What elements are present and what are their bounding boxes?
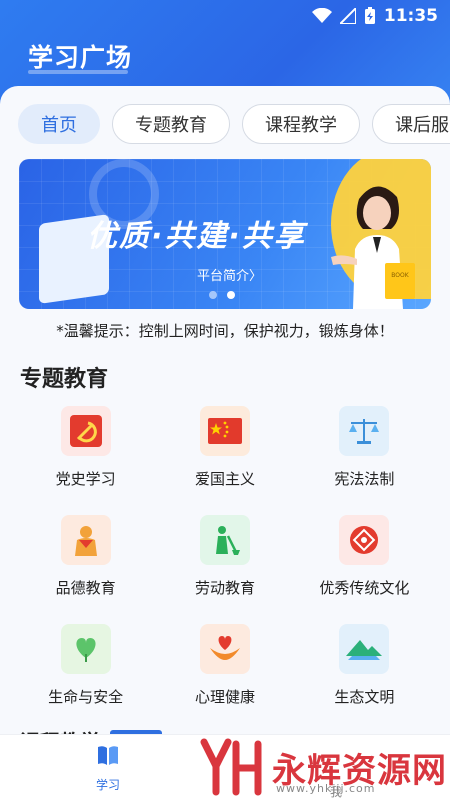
banner-slogan: 优质·共建·共享 [87,219,306,254]
tab-topic-education[interactable]: 专题教育 [112,104,230,144]
topic-mental-health[interactable]: 心理健康 [155,624,294,707]
nav-label-study: 学习 [96,778,121,792]
topic-label: 品德教育 [55,579,116,597]
scales-icon [339,406,390,456]
topic-label: 心理健康 [194,688,255,706]
status-bar: 11:35 [0,0,450,32]
topic-label: 生态文明 [334,688,395,706]
section-title-topics: 专题教育 [20,367,109,392]
topic-label: 爱国主义 [194,470,255,488]
tab-home[interactable]: 首页 [18,104,100,144]
topic-label: 生命与安全 [48,688,124,706]
status-time: 11:35 [383,6,438,26]
topic-traditional-culture[interactable]: 优秀传统文化 [295,515,434,598]
topic-label: 劳动教育 [194,579,255,597]
battery-icon [364,7,376,25]
topic-constitution-law[interactable]: 宪法法制 [295,406,434,489]
wifi-icon [311,8,332,24]
topic-moral-education[interactable]: 品德教育 [16,515,155,598]
chinese-knot-icon [339,515,390,565]
topic-labor-education[interactable]: 劳动教育 [155,515,294,598]
heart-leaf-icon [60,624,111,674]
title-underline [28,70,128,74]
tab-course-teaching[interactable]: 课程教学 [242,104,360,144]
book-label: BOOK [391,272,409,279]
national-flag-icon [199,406,250,456]
watermark-url: www.yhkjjj.com [276,782,376,795]
book-icon [96,745,120,770]
promo-banner[interactable]: 优质·共建·共享 平台简介〉 BOOK [19,159,431,309]
topic-label: 党史学习 [55,470,116,488]
watermark-yh-logo-icon [200,738,262,796]
topic-party-history[interactable]: 党史学习 [16,406,155,489]
page-title: 学习广场 [28,43,133,72]
shovel-worker-icon [199,515,250,565]
red-scarf-student-icon [60,515,111,565]
party-emblem-icon [60,406,111,456]
topic-life-safety[interactable]: 生命与安全 [16,624,155,707]
carousel-dots [209,291,235,299]
signal-icon [339,8,356,24]
tab-after-school[interactable]: 课后服 [372,104,450,144]
tab-bar: 首页 专题教育 课程教学 课后服 [18,104,450,144]
warm-tip: *温馨提示：控制上网时间，保护视力，锻炼身体！ [56,322,394,340]
heart-hands-icon [199,624,250,674]
topic-ecological-civilization[interactable]: 生态文明 [295,624,434,707]
topic-grid: 党史学习 爱国主义 宪法法制 品德教育 劳动教育 优秀传统文化 生命与安全 心理… [16,406,434,707]
watermark-logo: 永辉资源网 www.yhkjjj.com [200,738,447,796]
topic-label: 宪法法制 [334,470,395,488]
topic-label: 优秀传统文化 [319,579,410,597]
main-card: 首页 专题教育 课程教学 课后服 优质·共建·共享 平台简介〉 BOOK *温馨… [0,86,450,800]
topic-patriotism[interactable]: 爱国主义 [155,406,294,489]
teacher-illustration: BOOK [331,186,415,309]
mountain-icon [339,624,390,674]
platform-intro-link[interactable]: 平台简介〉 [197,265,262,284]
carousel-dot[interactable] [209,291,217,299]
nav-item-study[interactable]: 学习 [96,745,120,793]
carousel-dot-active[interactable] [227,291,235,299]
